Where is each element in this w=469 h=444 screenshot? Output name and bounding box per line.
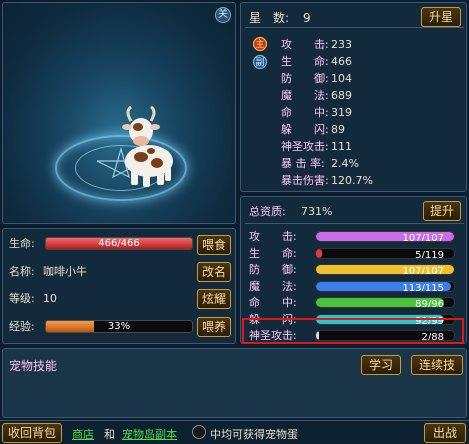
quality-bar: 113/115 (315, 280, 455, 292)
improve-button[interactable]: 提升 (423, 201, 461, 221)
divider (245, 27, 464, 28)
and-text: 和 (104, 428, 115, 441)
quality-bar: 107/107 (315, 264, 455, 275)
pet-egg-icon (192, 425, 206, 439)
upgrade-star-button[interactable]: 升星 (421, 7, 461, 27)
quality-value: 107/107 (402, 233, 444, 242)
stat-value: 233 (331, 38, 352, 51)
stat-value: 89 (331, 123, 345, 136)
pet-cow-image (122, 105, 173, 187)
quality-value: 5/119 (415, 249, 444, 259)
quality-label: 防 御: (249, 263, 297, 276)
close-icon[interactable]: 关 (215, 7, 231, 23)
sub-badge-icon: 副 (253, 55, 267, 69)
star-value: 9 (303, 11, 311, 25)
exp-text: 33% (107, 321, 131, 332)
total-quality-label: 总资质: (249, 205, 286, 218)
stat-row: 暴击伤害: 120.7% (281, 173, 373, 189)
stat-value: 111 (331, 140, 352, 153)
skills-panel: 宠物技能 学习 连续技 (2, 348, 467, 418)
egg-info-text: 中均可获得宠物蛋 (210, 428, 298, 441)
quality-bar: 89/96 (315, 297, 455, 308)
quality-value: 89/96 (415, 299, 444, 308)
quality-label: 生 命: (249, 246, 297, 260)
stat-value: 689 (331, 89, 352, 102)
feed-button[interactable]: 喂食 (197, 235, 231, 255)
stat-row: 防 御: 104 (281, 71, 352, 87)
level-label: 等级: (9, 292, 35, 305)
holy-attack-highlight-box (242, 318, 464, 344)
stat-value: 2.4% (331, 157, 359, 170)
stats-panel: 星 数: 9 升星 主 副 攻 击: 233 生 命: 466 防 御: 104 魔 法: 6… (240, 2, 467, 192)
name-label: 名称: (9, 265, 35, 278)
quality-value: 113/115 (402, 282, 444, 292)
stat-value: 120.7% (331, 174, 373, 187)
name-value: 咖啡小牛 (43, 265, 87, 278)
stat-label: 防 御: (281, 72, 329, 85)
shop-link[interactable]: 商店 (72, 426, 94, 442)
pet-info-panel: 生命: 466/466 喂食 名称: 咖啡小牛 改名 等级: 10 炫耀 经验:… (2, 228, 236, 344)
stat-label: 躲 闪: (281, 123, 329, 136)
battle-button[interactable]: 出战 (424, 423, 466, 443)
quality-row: 攻 击: 107/107 (249, 229, 455, 245)
stat-row: 生 命: 466 (281, 54, 352, 70)
stat-row: 躲 闪: 89 (281, 122, 345, 138)
quality-label: 魔 法: (249, 279, 297, 293)
quality-bar: 5/119 (315, 247, 455, 259)
quality-label: 攻 击: (249, 230, 297, 243)
stat-row: 魔 法: 689 (281, 88, 352, 104)
stat-label: 魔 法: (281, 89, 329, 102)
pet-display-panel: 关 (2, 2, 236, 224)
pet-island-dungeon-link[interactable]: 宠物岛副本 (122, 426, 177, 442)
quality-row: 命 中: 89/96 (249, 295, 455, 311)
show-off-button[interactable]: 炫耀 (197, 289, 231, 309)
stat-label: 暴击伤害: (281, 174, 329, 187)
hp-text: 466/466 (98, 238, 140, 249)
total-quality-value: 731% (301, 205, 333, 218)
stat-label: 生 命: (281, 55, 329, 68)
quality-label: 命 中: (249, 296, 297, 309)
stat-value: 104 (331, 72, 352, 85)
quality-row: 防 御: 107/107 (249, 262, 455, 278)
bottom-bar: 收回背包 商店 和 宠物岛副本 中均可获得宠物蛋 出战 (0, 420, 469, 444)
quality-bar: 107/107 (315, 231, 455, 242)
learn-button[interactable]: 学习 (361, 355, 401, 375)
hp-label: 生命: (9, 237, 35, 250)
raise-button[interactable]: 喂养 (197, 317, 231, 337)
exp-bar: 33% (45, 320, 193, 333)
combo-skill-button[interactable]: 连续技 (411, 355, 463, 375)
hp-bar: 466/466 (45, 237, 193, 250)
stat-row: 神圣攻击: 111 (281, 139, 352, 155)
stat-label: 神圣攻击: (281, 140, 329, 153)
stat-label: 暴 击 率: (281, 157, 325, 170)
stat-row: 命 中: 319 (281, 105, 352, 121)
quality-value: 107/107 (402, 266, 444, 275)
stat-row: 暴 击 率: 2.4% (281, 156, 359, 172)
divider (245, 223, 464, 224)
exp-label: 经验: (9, 320, 35, 333)
star-label: 星 数: (249, 11, 290, 25)
stat-value: 466 (331, 55, 352, 68)
stat-label: 命 中: (281, 106, 329, 119)
level-value: 10 (43, 292, 57, 305)
main-badge-icon: 主 (253, 37, 267, 51)
stat-row: 攻 击: 233 (281, 37, 352, 53)
skills-title: 宠物技能 (9, 359, 58, 373)
return-to-bag-button[interactable]: 收回背包 (2, 423, 62, 443)
stat-label: 攻 击: (281, 38, 329, 51)
quality-row: 生 命: 5/119 (249, 246, 455, 262)
stat-value: 319 (331, 106, 352, 119)
rename-button[interactable]: 改名 (197, 262, 231, 282)
quality-row: 魔 法: 113/115 (249, 279, 455, 295)
